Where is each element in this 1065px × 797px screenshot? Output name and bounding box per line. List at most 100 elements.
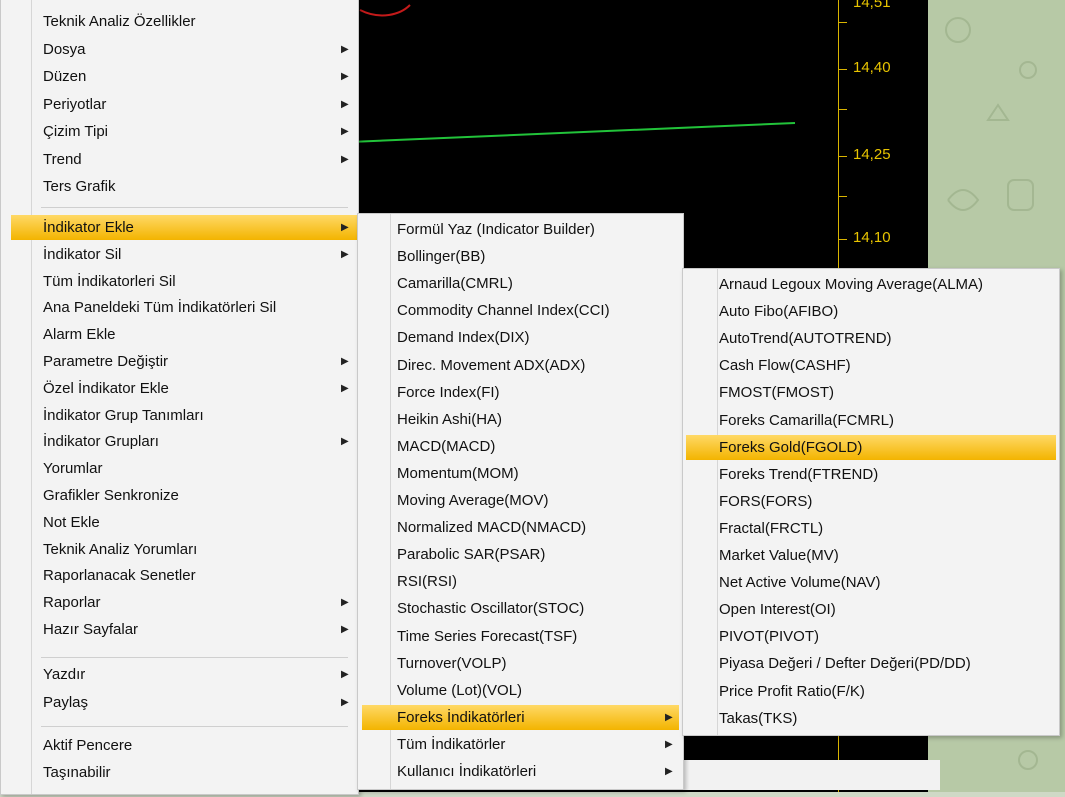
indicator-menu-item-form-l-yaz-indicator-builder[interactable]: Formül Yaz (Indicator Builder) xyxy=(358,217,683,242)
menu-item-label: Arnaud Legoux Moving Average(ALMA) xyxy=(719,276,984,293)
main-menu-item-payla[interactable]: Paylaş ▶ xyxy=(1,690,358,715)
indicator-menu-item-t-m-i-ndikat-rler[interactable]: Tüm İndikatörler ▶ xyxy=(358,732,683,757)
main-menu-item-ana-paneldeki-t-m-i-ndikat-rleri-sil[interactable]: Ana Paneldeki Tüm İndikatörleri Sil xyxy=(1,295,358,320)
foreks-menu-item-fors-fors[interactable]: FORS(FORS) xyxy=(683,489,1059,514)
main-menu-item-i-ndikator-ekle[interactable]: İndikator Ekle ▶ xyxy=(11,215,358,240)
menu-item-label: Volume (Lot)(VOL) xyxy=(397,681,523,699)
main-menu-item-teknik-analiz-yorumlar[interactable]: Teknik Analiz Yorumları xyxy=(1,537,358,562)
main-menu-item-izim-tipi[interactable]: Çizim Tipi ▶ xyxy=(1,119,358,144)
main-menu-item-periyotlar[interactable]: Periyotlar ▶ xyxy=(1,92,358,117)
menu-item-label: Cash Flow(CASHF) xyxy=(719,357,851,375)
indicator-menu-item-macd-macd[interactable]: MACD(MACD) xyxy=(358,434,683,459)
indicator-menu-item-bollinger-bb[interactable]: Bollinger(BB) xyxy=(358,244,683,269)
indicator-menu-item-kullan-c-i-ndikat-rleri[interactable]: Kullanıcı İndikatörleri ▶ xyxy=(358,759,683,784)
menu-item-label: Tüm İndikatorleri Sil xyxy=(43,272,176,290)
main-menu-item-i-ndikator-sil[interactable]: İndikator Sil ▶ xyxy=(1,242,358,267)
indicator-menu-item-heikin-ashi-ha[interactable]: Heikin Ashi(HA) xyxy=(358,407,683,432)
menu-item-label: Aktif Pencere xyxy=(43,737,133,754)
main-menu-item-dosya[interactable]: Dosya ▶ xyxy=(1,37,358,62)
foreks-menu-item-price-profit-ratio-f-k[interactable]: Price Profit Ratio(F/K) xyxy=(683,679,1059,704)
chart-trend-line xyxy=(349,122,796,143)
menu-item-label: Net Active Volume(NAV) xyxy=(719,574,881,592)
main-menu-item-ta-nabilir[interactable]: Taşınabilir xyxy=(1,760,358,785)
main-menu-item-raporlanacak-senetler[interactable]: Raporlanacak Senetler xyxy=(1,563,358,588)
indicator-menu-item-time-series-forecast-tsf[interactable]: Time Series Forecast(TSF) xyxy=(358,624,683,649)
menu-item-label: İndikator Grupları xyxy=(43,433,159,451)
indicator-menu-item-normalized-macd-nmacd[interactable]: Normalized MACD(NMACD) xyxy=(358,515,683,540)
main-menu-item-not-ekle[interactable]: Not Ekle xyxy=(1,510,358,535)
foreks-menu-item-market-value-mv[interactable]: Market Value(MV) xyxy=(683,543,1059,568)
submenu-arrow-icon: ▶ xyxy=(341,126,349,137)
price-label: 14,51 xyxy=(853,0,891,11)
indicator-menu-item-rsi-rsi[interactable]: RSI(RSI) xyxy=(358,569,683,594)
indicator-menu-item-commodity-channel-index-cci[interactable]: Commodity Channel Index(CCI) xyxy=(358,298,683,323)
menu-item-label: Formül Yaz (Indicator Builder) xyxy=(397,221,595,238)
indicator-menu-item-direc-movement-adx-adx[interactable]: Direc. Movement ADX(ADX) xyxy=(358,353,683,378)
menu-item-label: Auto Fibo(AFIBO) xyxy=(719,303,839,321)
main-menu-item-i-ndikator-grup-tan-mlar[interactable]: İndikator Grup Tanımları xyxy=(1,403,358,428)
foreks-menu-item-piyasa-de-eri-defter-de-eri-pd-dd[interactable]: Piyasa Değeri / Defter Değeri(PD/DD) xyxy=(683,651,1059,676)
main-menu-item-yorumlar[interactable]: Yorumlar xyxy=(1,456,358,481)
main-menu-item-alarm-ekle[interactable]: Alarm Ekle xyxy=(1,322,358,347)
main-menu-item-teknik-analiz-zellikler[interactable]: Teknik Analiz Özellikler xyxy=(1,9,358,34)
submenu-indicators: Formül Yaz (Indicator Builder) Bollinger(… xyxy=(357,213,684,790)
foreks-menu-item-fractal-frctl[interactable]: Fractal(FRCTL) xyxy=(683,516,1059,541)
menu-item-label: Yazdır xyxy=(43,666,86,683)
price-label: 14,40 xyxy=(853,59,891,76)
foreks-menu-item-fmost-fmost[interactable]: FMOST(FMOST) xyxy=(683,380,1059,405)
main-menu-item-parametre-de-i-tir[interactable]: Parametre Değiştir ▶ xyxy=(1,349,358,374)
foreks-menu-item-pivot-pivot[interactable]: PIVOT(PIVOT) xyxy=(683,624,1059,649)
indicator-menu-item-camarilla-cmrl[interactable]: Camarilla(CMRL) xyxy=(358,271,683,296)
foreks-menu-item-arnaud-legoux-moving-average-alma[interactable]: Arnaud Legoux Moving Average(ALMA) xyxy=(683,272,1059,297)
main-menu-item-haz-r-sayfalar[interactable]: Hazır Sayfalar ▶ xyxy=(1,617,358,642)
indicator-menu-item-volume-lot-vol[interactable]: Volume (Lot)(VOL) xyxy=(358,678,683,703)
foreks-menu-item-takas-tks[interactable]: Takas(TKS) xyxy=(683,706,1059,731)
main-menu-item-zel-i-ndikator-ekle[interactable]: Özel İndikator Ekle ▶ xyxy=(1,376,358,401)
menu-item-label: Force Index(FI) xyxy=(397,383,500,401)
indicator-menu-item-demand-index-dix[interactable]: Demand Index(DIX) xyxy=(358,325,683,350)
menu-item-label: Turnover(VOLP) xyxy=(397,654,507,672)
menu-item-label: Direc. Movement ADX(ADX) xyxy=(397,356,586,374)
main-menu-item-trend[interactable]: Trend ▶ xyxy=(1,147,358,172)
menu-item-label: İndikator Sil xyxy=(43,245,122,263)
main-menu-item-ters-grafik[interactable]: Ters Grafik xyxy=(1,174,358,199)
main-menu-item-grafikler-senkronize[interactable]: Grafikler Senkronize xyxy=(1,483,358,508)
main-menu-item-raporlar[interactable]: Raporlar ▶ xyxy=(1,590,358,615)
foreks-menu-item-foreks-camarilla-fcmrl[interactable]: Foreks Camarilla(FCMRL) xyxy=(683,408,1059,433)
indicator-menu-item-stochastic-oscillator-stoc[interactable]: Stochastic Oscillator(STOC) xyxy=(358,596,683,621)
foreks-menu-item-auto-fibo-afibo[interactable]: Auto Fibo(AFIBO) xyxy=(683,299,1059,324)
main-menu-item-d-zen[interactable]: Düzen ▶ xyxy=(1,64,358,89)
menu-item-label: Time Series Forecast(TSF) xyxy=(397,627,578,645)
menu-item-label: Hazır Sayfalar xyxy=(43,621,139,638)
indicator-menu-item-parabolic-sar-psar[interactable]: Parabolic SAR(PSAR) xyxy=(358,542,683,567)
menu-separator xyxy=(41,726,348,727)
menu-item-label: Grafikler Senkronize xyxy=(43,487,179,504)
foreks-menu-item-autotrend-autotrend[interactable]: AutoTrend(AUTOTREND) xyxy=(683,326,1059,351)
main-menu-item-aktif-pencere[interactable]: Aktif Pencere xyxy=(1,733,358,758)
main-menu-item-t-m-i-ndikatorleri-sil[interactable]: Tüm İndikatorleri Sil xyxy=(1,269,358,294)
foreks-menu-item-foreks-trend-ftrend[interactable]: Foreks Trend(FTREND) xyxy=(683,462,1059,487)
menu-item-label: Commodity Channel Index(CCI) xyxy=(397,302,610,320)
menu-item-label: Yorumlar xyxy=(43,460,103,478)
menu-item-label: Heikin Ashi(HA) xyxy=(397,410,503,428)
submenu-arrow-icon: ▶ xyxy=(341,436,349,448)
indicator-menu-item-foreks-i-ndikat-rleri[interactable]: Foreks İndikatörleri ▶ xyxy=(362,704,679,730)
menu-item-label: Piyasa Değeri / Defter Değeri(PD/DD) xyxy=(719,655,971,673)
foreks-menu-item-net-active-volume-nav[interactable]: Net Active Volume(NAV) xyxy=(683,570,1059,595)
main-menu-item-yazd-r[interactable]: Yazdır ▶ xyxy=(1,662,358,687)
foreks-menu-item-open-interest-oi[interactable]: Open Interest(OI) xyxy=(683,597,1059,622)
menu-item-label: Trend xyxy=(43,150,82,168)
foreks-menu-item-foreks-gold-fgold[interactable]: Foreks Gold(FGOLD) xyxy=(686,434,1056,460)
menu-item-label: Not Ekle xyxy=(43,513,100,531)
menu-item-label: Normalized MACD(NMACD) xyxy=(397,519,587,537)
main-menu-item-i-ndikator-gruplar[interactable]: İndikator Grupları ▶ xyxy=(1,429,358,454)
menu-item-label: Open Interest(OI) xyxy=(719,601,836,619)
indicator-menu-item-turnover-volp[interactable]: Turnover(VOLP) xyxy=(358,651,683,676)
menu-item-label: Takas(TKS) xyxy=(719,709,798,727)
foreks-menu-item-cash-flow-cashf[interactable]: Cash Flow(CASHF) xyxy=(683,353,1059,378)
indicator-menu-item-moving-average-mov[interactable]: Moving Average(MOV) xyxy=(358,488,683,513)
menu-item-label: Demand Index(DIX) xyxy=(397,329,530,347)
indicator-menu-item-momentum-mom[interactable]: Momentum(MOM) xyxy=(358,461,683,486)
menu-item-label: Paylaş xyxy=(43,694,89,711)
indicator-menu-item-force-index-fi[interactable]: Force Index(FI) xyxy=(358,380,683,405)
